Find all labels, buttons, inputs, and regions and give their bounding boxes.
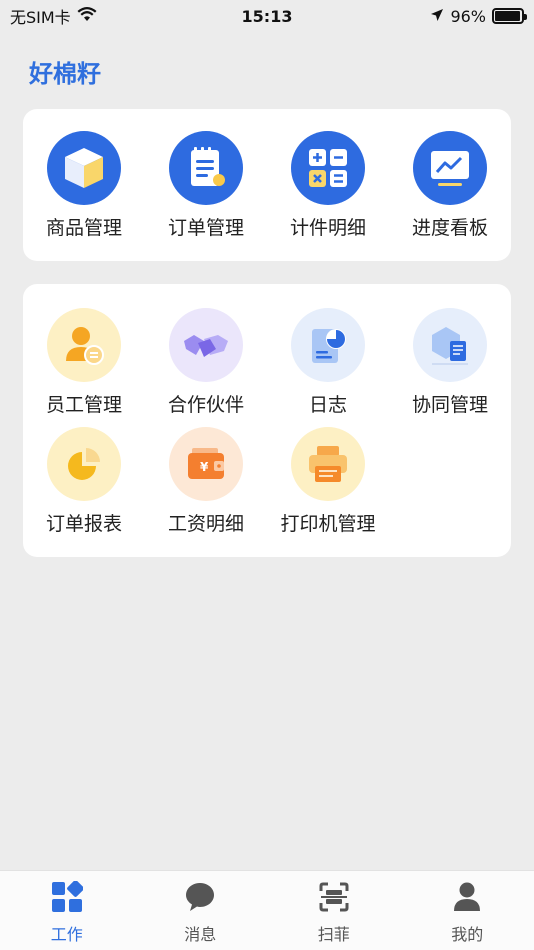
status-bar: 无SIM卡 15:13 96% bbox=[0, 0, 534, 32]
battery-percent: 96% bbox=[450, 6, 486, 26]
order-management-item[interactable]: 订单管理 bbox=[145, 131, 267, 240]
message-bubble-icon bbox=[184, 881, 216, 917]
piece-detail-label: 计件明细 bbox=[289, 217, 366, 239]
handshake-icon bbox=[169, 308, 243, 382]
collaboration-label: 协同管理 bbox=[411, 394, 488, 416]
product-box-icon bbox=[47, 131, 121, 205]
order-management-label: 订单管理 bbox=[167, 217, 244, 239]
app-title: 好棉籽 bbox=[29, 60, 101, 88]
tab-messages[interactable]: 消息 bbox=[134, 871, 268, 950]
bottom-tab-bar: 工作 消息 扫菲 我的 bbox=[0, 870, 534, 950]
printer-management-item[interactable]: 打印机管理 bbox=[267, 427, 389, 536]
progress-board-label: 进度看板 bbox=[411, 217, 488, 239]
tab-me[interactable]: 我的 bbox=[401, 871, 534, 950]
progress-board-item[interactable]: 进度看板 bbox=[389, 131, 511, 240]
printer-management-label: 打印机管理 bbox=[280, 513, 376, 535]
product-management-label: 商品管理 bbox=[45, 217, 122, 239]
status-left: 无SIM卡 bbox=[10, 4, 97, 28]
salary-detail-item[interactable]: ¥ 工资明细 bbox=[145, 427, 267, 536]
salary-detail-label: 工资明细 bbox=[167, 513, 244, 535]
log-document-icon bbox=[291, 308, 365, 382]
piece-detail-item[interactable]: 计件明细 bbox=[267, 131, 389, 240]
partners-item[interactable]: 合作伙伴 bbox=[145, 308, 267, 417]
tab-work[interactable]: 工作 bbox=[0, 871, 134, 950]
carrier-label: 无SIM卡 bbox=[10, 8, 71, 27]
location-arrow-icon bbox=[430, 7, 444, 26]
order-report-label: 订单报表 bbox=[45, 513, 122, 535]
main-functions-card: 商品管理 订单管理 计件明细 进度看板 bbox=[23, 109, 511, 261]
employee-icon bbox=[47, 308, 121, 382]
tab-messages-label: 消息 bbox=[184, 925, 217, 944]
wallet-icon: ¥ bbox=[169, 427, 243, 501]
log-label: 日志 bbox=[308, 394, 347, 416]
pie-chart-icon bbox=[47, 427, 121, 501]
tab-scan[interactable]: 扫菲 bbox=[267, 871, 401, 950]
profile-icon bbox=[451, 881, 483, 917]
tab-me-label: 我的 bbox=[451, 925, 484, 944]
order-report-item[interactable]: 订单报表 bbox=[23, 427, 145, 536]
wifi-icon bbox=[77, 6, 97, 26]
log-item[interactable]: 日志 bbox=[267, 308, 389, 417]
partners-label: 合作伙伴 bbox=[167, 394, 244, 416]
employee-management-label: 员工管理 bbox=[45, 394, 122, 416]
printer-icon bbox=[291, 427, 365, 501]
more-functions-card: 员工管理 合作伙伴 日志 协同管理 订单报表 ¥ 工资明细 打印机管理 bbox=[23, 284, 511, 557]
product-management-item[interactable]: 商品管理 bbox=[23, 131, 145, 240]
scan-icon bbox=[318, 881, 350, 917]
work-grid-icon bbox=[51, 880, 84, 917]
tab-scan-label: 扫菲 bbox=[317, 925, 350, 944]
employee-management-item[interactable]: 员工管理 bbox=[23, 308, 145, 417]
tab-work-label: 工作 bbox=[50, 925, 83, 944]
status-right: 96% bbox=[430, 6, 527, 26]
collaboration-item[interactable]: 协同管理 bbox=[389, 308, 511, 417]
battery-icon bbox=[492, 8, 527, 24]
collaboration-icon bbox=[413, 308, 487, 382]
order-notepad-icon bbox=[169, 131, 243, 205]
progress-chart-icon bbox=[413, 131, 487, 205]
calculator-icon bbox=[291, 131, 365, 205]
svg-text:¥: ¥ bbox=[200, 460, 209, 474]
